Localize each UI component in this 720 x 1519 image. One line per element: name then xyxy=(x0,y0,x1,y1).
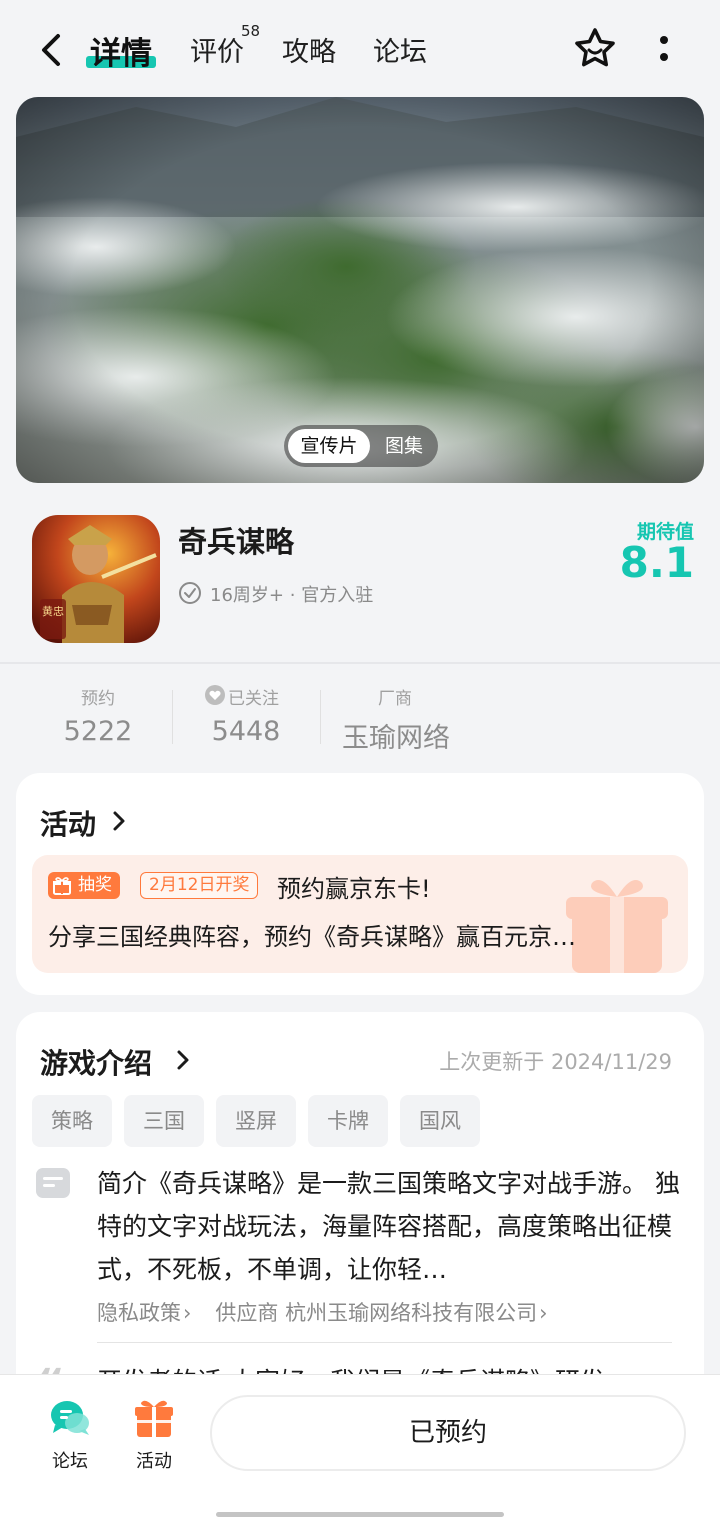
stat-reserve-label: 预约 xyxy=(81,689,115,709)
gift-icon xyxy=(53,876,71,895)
stat-divider xyxy=(320,690,321,744)
intro-text[interactable]: 简介《奇兵谋略》是一款三国策略文字对战手游。 独特的文字对战玩法，海量阵容搭配，… xyxy=(97,1162,687,1291)
activity-title-text: 活动 xyxy=(40,808,97,841)
toggle-gallery[interactable]: 图集 xyxy=(374,429,434,463)
intro-title-text: 游戏介绍 xyxy=(40,1047,153,1080)
activity-card: 活动 抽奖 2月12日开奖 预约赢京东卡! 分享三国经典阵容，预约《奇兵谋略》赢… xyxy=(16,773,704,995)
promo-banner[interactable]: 宣传片 图集 xyxy=(16,97,704,483)
back-icon[interactable] xyxy=(34,30,70,70)
lottery-tag-text: 抽奖 xyxy=(78,875,112,895)
tag-strategy[interactable]: 策略 xyxy=(32,1095,112,1147)
stat-vendor-value[interactable]: 玉瑜网络 xyxy=(340,716,452,755)
lottery-tag: 抽奖 xyxy=(48,872,120,899)
tab-detail[interactable]: 详情 xyxy=(90,28,152,73)
verified-icon xyxy=(179,582,201,604)
divider xyxy=(0,662,720,664)
intro-links: 隐私政策› 供应商 杭州玉瑜网络科技有限公司› xyxy=(97,1297,572,1327)
stat-vendor-label: 厂商 xyxy=(378,689,412,709)
stat-follow-value: 5448 xyxy=(211,716,281,747)
intro-card: 游戏介绍 上次更新于 2024/11/29 策略 三国 竖屏 卡牌 国风 简介《… xyxy=(16,1012,704,1432)
forum-icon[interactable] xyxy=(49,1397,91,1439)
app-meta: 16周岁+ · 官方入驻 xyxy=(210,581,373,607)
gift-icon[interactable] xyxy=(133,1397,175,1439)
divider xyxy=(97,1342,672,1343)
official-label: 官方入驻 xyxy=(301,585,374,606)
tab-guide[interactable]: 攻略 xyxy=(282,30,336,69)
chevron-right-icon: › xyxy=(183,1301,192,1325)
tab-forum[interactable]: 论坛 xyxy=(373,30,427,69)
supplier-link[interactable]: 供应商 杭州玉瑜网络科技有限公司 xyxy=(215,1301,537,1325)
home-indicator[interactable] xyxy=(216,1512,504,1517)
app-icon: 黄忠 xyxy=(32,515,160,643)
tag-portrait[interactable]: 竖屏 xyxy=(216,1095,296,1147)
activity-description: 分享三国经典阵容，预约《奇兵谋略》赢百元京… xyxy=(48,923,576,951)
tag-chinese-style[interactable]: 国风 xyxy=(400,1095,480,1147)
stat-follow-label: 已关注 xyxy=(228,689,279,709)
reserved-button[interactable]: 已预约 xyxy=(210,1395,686,1471)
toggle-video[interactable]: 宣传片 xyxy=(288,429,370,463)
stat-divider xyxy=(172,690,173,744)
age-rating: 16周岁+ xyxy=(210,585,284,606)
tag-card[interactable]: 卡牌 xyxy=(308,1095,388,1147)
chevron-right-icon: › xyxy=(539,1301,548,1325)
draw-date-tag: 2月12日开奖 xyxy=(140,872,259,899)
activity-label[interactable]: 活动 xyxy=(124,1447,184,1473)
review-count-badge: 58 xyxy=(241,22,261,40)
app-icon-text: 黄忠 xyxy=(42,604,64,618)
media-toggle: 宣传片 图集 xyxy=(284,425,438,467)
bottom-bar: 论坛 活动 已预约 xyxy=(0,1374,720,1519)
activity-headline: 预约赢京东卡! xyxy=(277,875,431,903)
privacy-policy-link[interactable]: 隐私政策 xyxy=(97,1301,181,1325)
stat-reserve-value: 5222 xyxy=(63,716,133,747)
activity-item[interactable]: 抽奖 2月12日开奖 预约赢京东卡! 分享三国经典阵容，预约《奇兵谋略》赢百元京… xyxy=(32,855,688,973)
document-icon xyxy=(36,1168,70,1198)
forum-label[interactable]: 论坛 xyxy=(40,1447,100,1473)
expectation-score: 8.1 xyxy=(619,538,694,587)
top-nav: 详情 评价 58 攻略 论坛 xyxy=(0,0,720,96)
intro-title[interactable]: 游戏介绍 xyxy=(40,1042,152,1082)
chevron-right-icon xyxy=(177,1050,189,1070)
chevron-right-icon xyxy=(113,811,125,831)
meta-separator: · xyxy=(289,585,296,606)
update-time: 上次更新于 2024/11/29 xyxy=(439,1050,672,1074)
tag-three-kingdoms[interactable]: 三国 xyxy=(124,1095,204,1147)
activity-title[interactable]: 活动 xyxy=(40,803,96,843)
app-name: 奇兵谋略 xyxy=(178,525,295,559)
star-icon[interactable] xyxy=(572,26,618,72)
heart-icon xyxy=(205,685,225,705)
more-icon[interactable] xyxy=(652,30,676,70)
tab-review[interactable]: 评价 xyxy=(190,30,244,69)
